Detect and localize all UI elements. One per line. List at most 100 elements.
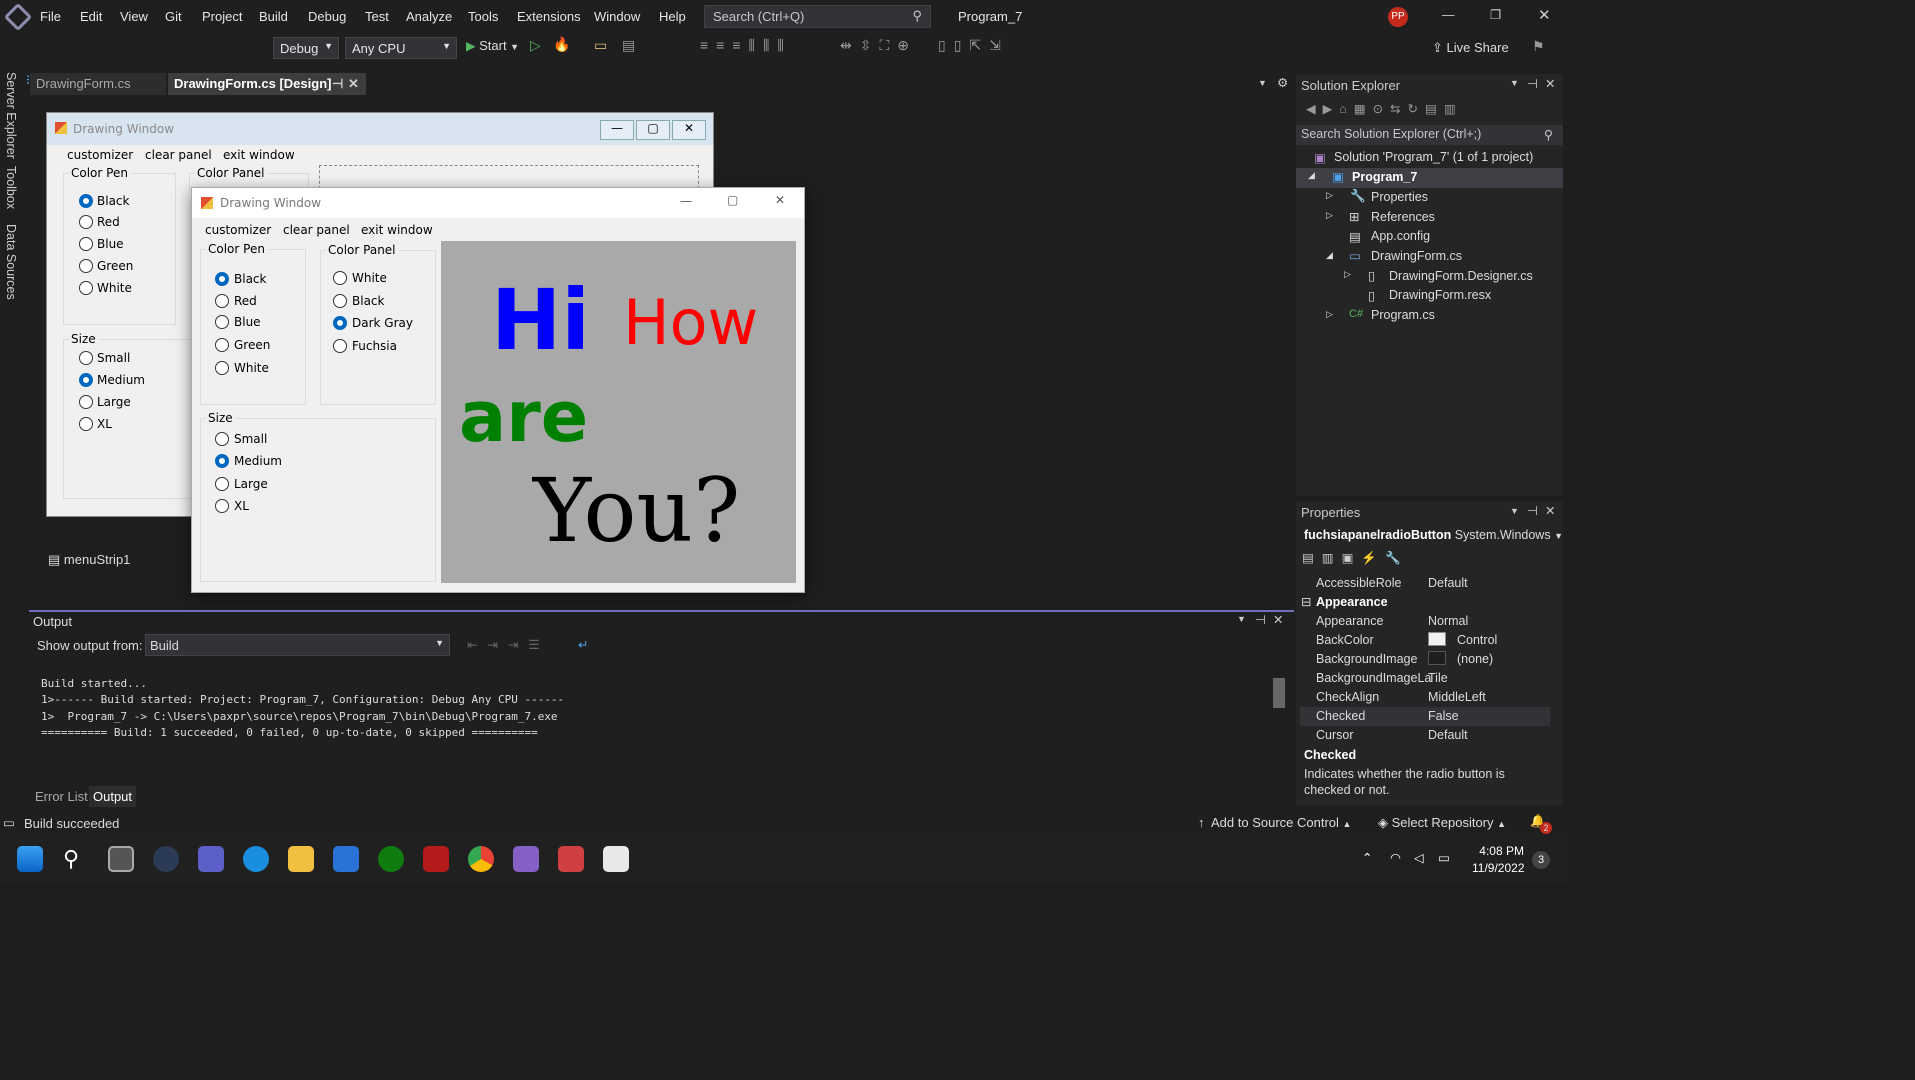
- radio-panel-white[interactable]: [333, 271, 347, 285]
- radio-small[interactable]: [79, 351, 93, 365]
- xbox-icon[interactable]: [378, 846, 404, 872]
- collapse-icon[interactable]: ⊟: [1301, 594, 1311, 609]
- radio-white[interactable]: [79, 281, 93, 295]
- snipping-tool-icon[interactable]: [603, 846, 629, 872]
- radio-medium[interactable]: [215, 454, 229, 468]
- chevron-down-icon[interactable]: ▼: [1510, 506, 1519, 516]
- menu-analyze[interactable]: Analyze: [406, 9, 452, 24]
- tree-item-properties[interactable]: Properties: [1371, 190, 1428, 204]
- folder-icon[interactable]: ▭: [594, 37, 607, 54]
- word-wrap-icon[interactable]: ↵: [578, 637, 588, 652]
- menu-view[interactable]: View: [120, 9, 148, 24]
- radio-xl[interactable]: [79, 417, 93, 431]
- notifications-button[interactable]: 🔔 2: [1530, 814, 1552, 834]
- file-explorer-icon[interactable]: [288, 846, 314, 872]
- menu-customizer[interactable]: customizer: [205, 223, 271, 237]
- notification-center-badge[interactable]: 3: [1532, 851, 1550, 869]
- radio-black[interactable]: [215, 272, 229, 286]
- solution-toolbar-icons[interactable]: ◀▶⌂▦⊙⇆↻▤▥: [1306, 101, 1463, 116]
- pin-icon[interactable]: ⊣: [1527, 76, 1538, 91]
- radio-red[interactable]: [79, 215, 93, 229]
- search-input[interactable]: Search (Ctrl+Q) ⚲: [704, 5, 931, 28]
- battery-icon[interactable]: ▭: [1438, 850, 1450, 865]
- menu-exit-window[interactable]: exit window: [361, 223, 433, 237]
- server-explorer-tab[interactable]: Server Explorer: [4, 72, 18, 159]
- maximize-icon[interactable]: ▢: [636, 120, 670, 140]
- pin-icon[interactable]: ⊣: [1527, 503, 1538, 518]
- radio-panel-black[interactable]: [333, 294, 347, 308]
- pin-icon[interactable]: ⊣: [1255, 612, 1266, 627]
- property-value[interactable]: Tile: [1428, 671, 1448, 685]
- tree-item-program[interactable]: Program.cs: [1371, 308, 1435, 322]
- drawing-panel[interactable]: [319, 165, 699, 189]
- close-icon[interactable]: ✕: [1273, 612, 1283, 627]
- hot-reload-icon[interactable]: 🔥: [553, 36, 570, 53]
- property-value[interactable]: Default: [1428, 576, 1468, 590]
- menu-git[interactable]: Git: [165, 9, 182, 24]
- tree-item-resx[interactable]: DrawingForm.resx: [1389, 288, 1491, 302]
- output-vscrollbar[interactable]: [1273, 660, 1287, 765]
- config-dropdown[interactable]: Debug ▼: [273, 37, 339, 59]
- tab-output[interactable]: Output: [89, 786, 137, 807]
- chevron-right-icon[interactable]: ▷: [1344, 269, 1351, 280]
- menu-file[interactable]: File: [40, 9, 61, 24]
- property-value[interactable]: MiddleLeft: [1428, 690, 1486, 704]
- restore-icon[interactable]: ❐: [1490, 7, 1501, 22]
- close-icon[interactable]: ✕: [775, 193, 785, 207]
- menu-project[interactable]: Project: [202, 9, 242, 24]
- menu-test[interactable]: Test: [365, 9, 389, 24]
- radio-small[interactable]: [215, 432, 229, 446]
- radio-green[interactable]: [79, 259, 93, 273]
- menu-tools[interactable]: Tools: [468, 9, 498, 24]
- property-row[interactable]: Cursor Default: [1300, 726, 1550, 745]
- maximize-icon[interactable]: ▢: [727, 193, 738, 207]
- scroll-thumb[interactable]: [1273, 678, 1285, 708]
- wifi-icon[interactable]: ◠: [1390, 850, 1401, 865]
- property-row[interactable]: BackColor Control: [1300, 631, 1550, 650]
- tree-item-references[interactable]: References: [1371, 210, 1435, 224]
- property-row[interactable]: AccessibleRole Default: [1300, 574, 1550, 593]
- chat-icon[interactable]: [198, 846, 224, 872]
- close-icon[interactable]: ✕: [672, 120, 706, 140]
- layout-icon[interactable]: ▤: [622, 37, 635, 54]
- live-share-button[interactable]: ⇪ Live Share: [1432, 40, 1509, 56]
- minimize-icon[interactable]: —: [600, 120, 634, 140]
- vs-logo-icon[interactable]: [3, 2, 33, 32]
- menu-edit[interactable]: Edit: [80, 9, 102, 24]
- radio-blue[interactable]: [215, 315, 229, 329]
- chevron-right-icon[interactable]: ▷: [1326, 309, 1333, 320]
- properties-toolbar-icons[interactable]: ▤▥▣⚡🔧: [1302, 550, 1409, 566]
- toolbox-tab[interactable]: Toolbox: [4, 166, 18, 209]
- object-selector[interactable]: fuchsiapanelradioButton System.Windows ▼: [1304, 528, 1563, 542]
- visual-studio-icon[interactable]: [513, 846, 539, 872]
- property-value[interactable]: Normal: [1428, 614, 1468, 628]
- task-view-icon[interactable]: [108, 846, 134, 872]
- radio-green[interactable]: [215, 338, 229, 352]
- minimize-icon[interactable]: —: [680, 194, 692, 208]
- gear-icon[interactable]: ⚙: [1277, 75, 1288, 90]
- menu-exit-window[interactable]: exit window: [223, 148, 295, 162]
- radio-large[interactable]: [215, 477, 229, 491]
- radio-red[interactable]: [215, 294, 229, 308]
- search-icon[interactable]: ⚲: [63, 846, 89, 872]
- tab-error-list[interactable]: Error List: [35, 789, 88, 804]
- radio-xl[interactable]: [215, 499, 229, 513]
- radio-medium[interactable]: [79, 373, 93, 387]
- category-row[interactable]: ⊟ Appearance: [1300, 593, 1550, 612]
- tree-item-solution[interactable]: Solution 'Program_7' (1 of 1 project): [1334, 150, 1533, 164]
- chevron-down-icon[interactable]: ◢: [1308, 170, 1315, 181]
- minimize-icon[interactable]: —: [1442, 8, 1455, 22]
- align-icons[interactable]: ≡≡≡⫼⫼⫼: [700, 37, 792, 54]
- data-sources-tab[interactable]: Data Sources: [4, 224, 18, 300]
- chevron-down-icon[interactable]: ▼: [1510, 78, 1519, 88]
- close-icon[interactable]: ✕: [1545, 503, 1555, 518]
- start-menu-icon[interactable]: [17, 846, 43, 872]
- volume-icon[interactable]: ◁: [1414, 850, 1424, 865]
- order-icons[interactable]: ▯▯⇱⇲: [938, 37, 1009, 54]
- property-row[interactable]: BackgroundImage (none): [1300, 650, 1550, 669]
- radio-large[interactable]: [79, 395, 93, 409]
- chevron-down-icon[interactable]: ◢: [1326, 250, 1333, 261]
- radio-blue[interactable]: [79, 237, 93, 251]
- chevron-right-icon[interactable]: ▷: [1326, 190, 1333, 201]
- radio-black[interactable]: [79, 194, 93, 208]
